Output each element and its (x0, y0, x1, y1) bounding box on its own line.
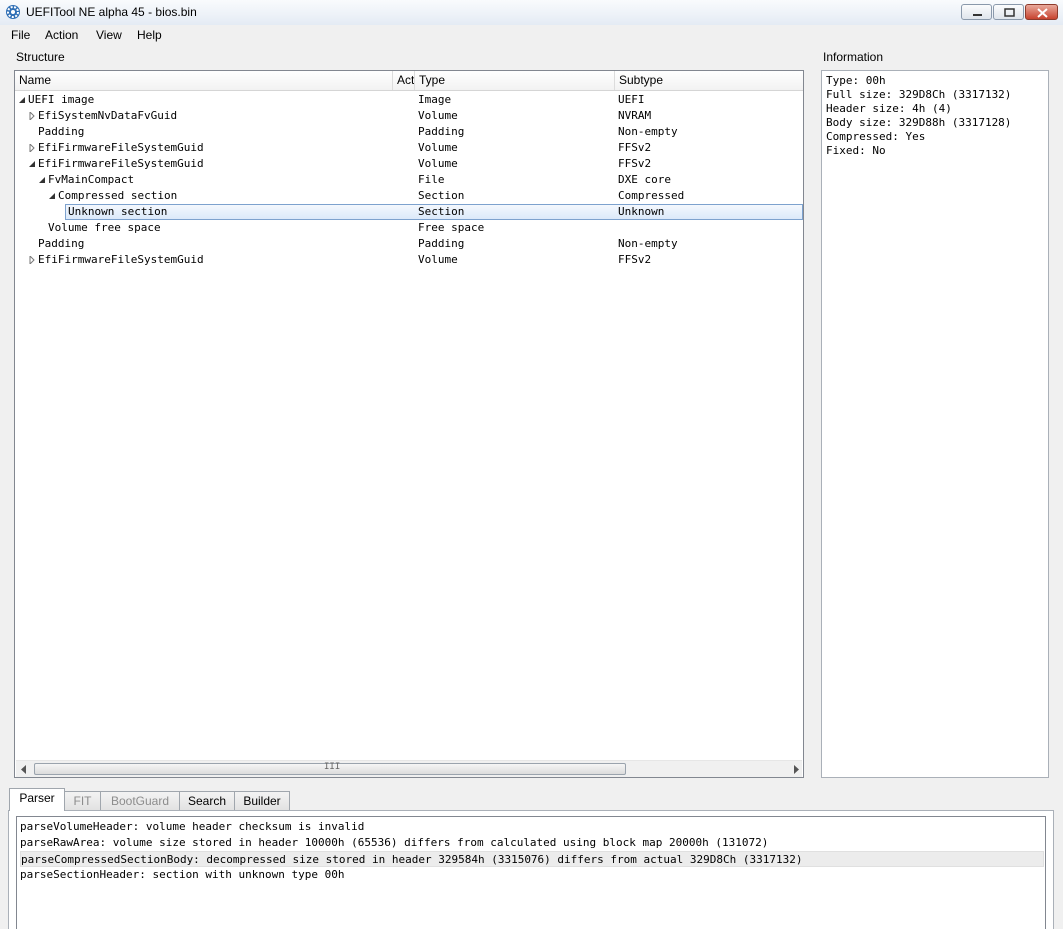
column-header-action[interactable]: Act (393, 71, 415, 90)
column-header-type[interactable]: Type (415, 71, 615, 90)
tree-row[interactable]: Compressed section Section Compressed (15, 188, 803, 204)
app-gear-icon (6, 5, 20, 19)
tree-cell-name: EfiFirmwareFileSystemGuid (38, 141, 204, 154)
tab-builder[interactable]: Builder (234, 791, 290, 810)
menu-action[interactable]: Action (45, 28, 78, 42)
tree-cell-subtype: Non-empty (618, 125, 678, 138)
tree-row[interactable]: Padding Padding Non-empty (15, 124, 803, 140)
menu-view[interactable]: View (96, 28, 122, 42)
tree-cell-name: Padding (38, 237, 85, 250)
menu-file[interactable]: File (11, 28, 30, 42)
tree-cell-subtype: FFSv2 (618, 141, 652, 154)
tree-row[interactable]: FvMainCompact File DXE core (15, 172, 803, 188)
tree-cell-subtype: UEFI (618, 93, 645, 106)
structure-label: Structure (16, 50, 65, 64)
close-button[interactable] (1025, 4, 1058, 20)
message-item[interactable]: parseVolumeHeader: volume header checksu… (20, 819, 1044, 835)
message-item[interactable]: parseSectionHeader: section with unknown… (20, 867, 1044, 883)
expanded-arrow-icon[interactable] (48, 192, 56, 200)
horizontal-scrollbar[interactable]: III (16, 760, 802, 777)
tree-row[interactable]: UEFI image Image UEFI (15, 92, 803, 108)
tree-cell-name: EfiSystemNvDataFvGuid (38, 109, 178, 122)
tree-cell-name: Padding (38, 125, 85, 138)
tree-row[interactable]: EfiFirmwareFileSystemGuid Volume FFSv2 (15, 156, 803, 172)
tree-cell-subtype: Compressed (618, 189, 685, 202)
tree-cell-type: Padding (418, 125, 465, 138)
tree-cell-type: Section (418, 189, 465, 202)
tree-cell-type: Image (418, 93, 452, 106)
tab-fit[interactable]: FIT (64, 791, 101, 810)
scroll-right-icon[interactable] (792, 765, 800, 774)
tree-cell-type: Volume (418, 157, 458, 170)
info-line: Compressed: Yes (826, 130, 926, 143)
collapsed-arrow-icon[interactable] (28, 144, 36, 152)
minimize-icon (973, 14, 982, 16)
tree-cell-name: UEFI image (28, 93, 95, 106)
tree-cell-subtype: FFSv2 (618, 253, 652, 266)
tree-row[interactable]: Volume free space Free space (15, 220, 803, 236)
tree-cell-name: EfiFirmwareFileSystemGuid (38, 253, 204, 266)
expanded-arrow-icon[interactable] (18, 96, 26, 104)
column-header-subtype[interactable]: Subtype (615, 71, 803, 90)
information-label: Information (823, 50, 884, 64)
tree-cell-subtype: NVRAM (618, 109, 652, 122)
info-line: Fixed: No (826, 144, 886, 157)
tree-cell-type: Volume (418, 141, 458, 154)
info-line: Type: 00h (826, 74, 886, 87)
tree-cell-subtype: DXE core (618, 173, 671, 186)
maximize-button[interactable] (993, 4, 1024, 20)
information-panel[interactable]: Type: 00h Full size: 329D8Ch (3317132) Hea… (821, 70, 1049, 778)
window-title: UEFITool NE alpha 45 - bios.bin (26, 5, 197, 19)
tree-cell-name: FvMainCompact (48, 173, 135, 186)
expanded-arrow-icon[interactable] (38, 176, 46, 184)
menu-bar: File Action View Help (0, 25, 1063, 45)
tree-cell-name: Volume free space (48, 221, 161, 234)
info-line: Body size: 329D88h (3317128) (826, 116, 1012, 129)
tab-bootguard[interactable]: BootGuard (100, 791, 180, 810)
tree-cell-subtype: Non-empty (618, 237, 678, 250)
tree-row[interactable]: Padding Padding Non-empty (15, 236, 803, 252)
structure-tree[interactable]: Name Act Type Subtype UEFI image Image UEF… (14, 70, 804, 778)
tree-cell-name: Compressed section (58, 189, 178, 202)
tree-cell-subtype: FFSv2 (618, 157, 652, 170)
tree-cell-type: File (418, 173, 445, 186)
info-line: Full size: 329D8Ch (3317132) (826, 88, 1012, 101)
minimize-button[interactable] (961, 4, 992, 20)
close-icon (1037, 8, 1048, 18)
menu-help[interactable]: Help (137, 28, 162, 42)
expanded-arrow-icon[interactable] (28, 160, 36, 168)
title-bar[interactable]: UEFITool NE alpha 45 - bios.bin (0, 0, 1063, 26)
tab-parser[interactable]: Parser (9, 788, 65, 811)
scrollbar-grip: III (324, 762, 341, 772)
tree-header: Name Act Type Subtype (15, 71, 803, 91)
tree-cell-name: Unknown section (68, 205, 168, 218)
tree-cell-type: Section (418, 205, 465, 218)
scrollbar-thumb[interactable]: III (34, 762, 626, 775)
tree-row[interactable]: Unknown section Section Unknown (15, 204, 803, 220)
tree-cell-type: Free space (418, 221, 485, 234)
info-line: Header size: 4h (4) (826, 102, 952, 115)
column-header-name[interactable]: Name (15, 71, 393, 90)
message-item[interactable]: parseRawArea: volume size stored in head… (20, 835, 1044, 851)
tree-cell-type: Padding (418, 237, 465, 250)
message-item[interactable]: parseCompressedSectionBody: decompressed… (20, 851, 1044, 867)
tree-cell-type: Volume (418, 253, 458, 266)
tree-cell-type: Volume (418, 109, 458, 122)
tree-row[interactable]: EfiSystemNvDataFvGuid Volume NVRAM (15, 108, 803, 124)
maximize-icon (1004, 8, 1015, 17)
collapsed-arrow-icon[interactable] (28, 112, 36, 120)
collapsed-arrow-icon[interactable] (28, 256, 36, 264)
scroll-left-icon[interactable] (20, 765, 28, 774)
tree-row[interactable]: EfiFirmwareFileSystemGuid Volume FFSv2 (15, 252, 803, 268)
parser-messages-list[interactable]: parseVolumeHeader: volume header checksu… (16, 816, 1046, 929)
tab-search[interactable]: Search (179, 791, 235, 810)
tree-cell-name: EfiFirmwareFileSystemGuid (38, 157, 204, 170)
tree-row[interactable]: EfiFirmwareFileSystemGuid Volume FFSv2 (15, 140, 803, 156)
tree-cell-subtype: Unknown (618, 205, 665, 218)
